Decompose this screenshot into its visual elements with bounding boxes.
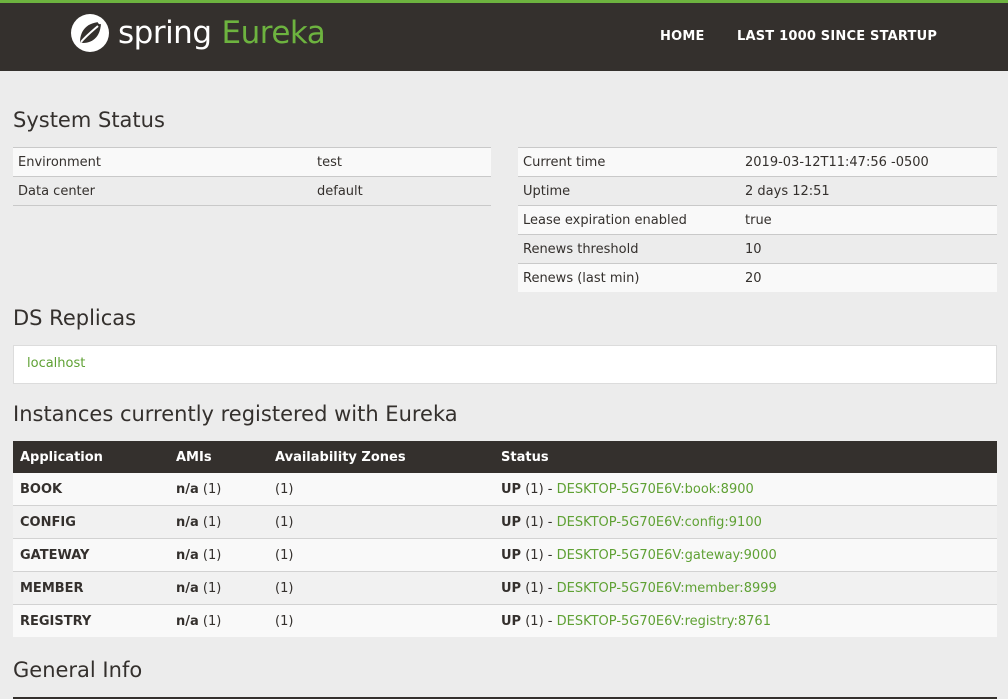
ds-replicas-list: localhost	[13, 345, 997, 384]
status-count: (1) -	[525, 613, 553, 629]
ami-cell: n/a (1)	[169, 604, 268, 637]
ami-value: n/a	[176, 481, 199, 497]
status-up: UP	[501, 514, 522, 530]
status-up: UP	[501, 580, 522, 596]
ami-value: n/a	[176, 613, 199, 629]
ami-count: (1)	[202, 613, 222, 629]
status-row: Renews threshold 10	[518, 234, 997, 264]
column-header-application: Application	[13, 441, 169, 473]
app-name: REGISTRY	[13, 604, 169, 637]
status-label: Environment	[13, 147, 312, 177]
ami-count: (1)	[202, 580, 222, 596]
status-value: 20	[740, 263, 997, 292]
table-row: CONFIG n/a (1) (1) UP (1) - DESKTOP-5G70…	[13, 505, 997, 539]
table-row: BOOK n/a (1) (1) UP (1) - DESKTOP-5G70E6…	[13, 473, 997, 506]
zones-cell: (1)	[268, 473, 494, 506]
ami-cell: n/a (1)	[169, 505, 268, 539]
column-header-amis: AMIs	[169, 441, 268, 473]
status-cell: UP (1) - DESKTOP-5G70E6V:gateway:9000	[494, 538, 997, 572]
status-cell: UP (1) - DESKTOP-5G70E6V:registry:8761	[494, 604, 997, 637]
status-row: Renews (last min) 20	[518, 263, 997, 292]
status-value: test	[312, 147, 491, 177]
status-value: default	[312, 176, 491, 206]
app-name: GATEWAY	[13, 538, 169, 572]
status-row: Data center default	[13, 176, 491, 206]
status-cell: UP (1) - DESKTOP-5G70E6V:config:9100	[494, 505, 997, 539]
status-row: Environment test	[13, 147, 491, 177]
instance-link[interactable]: DESKTOP-5G70E6V:book:8900	[557, 482, 754, 497]
instance-link[interactable]: DESKTOP-5G70E6V:member:8999	[557, 581, 777, 596]
status-label: Renews (last min)	[518, 263, 740, 292]
spring-leaf-icon	[70, 13, 110, 53]
status-label: Data center	[13, 176, 312, 206]
zones-cell: (1)	[268, 538, 494, 572]
status-up: UP	[501, 613, 522, 629]
status-up: UP	[501, 481, 522, 497]
nav-home-link[interactable]: HOME	[660, 29, 705, 44]
app-name: CONFIG	[13, 505, 169, 539]
instances-heading: Instances currently registered with Eure…	[13, 402, 458, 426]
status-up: UP	[501, 547, 522, 563]
app-name: MEMBER	[13, 571, 169, 605]
instances-table: Application AMIs Availability Zones Stat…	[13, 441, 997, 637]
zones-cell: (1)	[268, 505, 494, 539]
ami-count: (1)	[202, 514, 222, 530]
system-status-heading: System Status	[13, 108, 165, 132]
navbar: spring Eureka HOME LAST 1000 SINCE START…	[0, 0, 1008, 71]
status-row: Current time 2019-03-12T11:47:56 -0500	[518, 147, 997, 177]
ami-count: (1)	[202, 481, 222, 497]
status-cell: UP (1) - DESKTOP-5G70E6V:book:8900	[494, 473, 997, 506]
instances-header-row: Application AMIs Availability Zones Stat…	[13, 441, 997, 473]
table-row: MEMBER n/a (1) (1) UP (1) - DESKTOP-5G70…	[13, 571, 997, 605]
status-label: Uptime	[518, 176, 740, 206]
app-name: BOOK	[13, 473, 169, 506]
ami-cell: n/a (1)	[169, 571, 268, 605]
brand-spring-text: spring	[118, 15, 212, 51]
nav-last1000-link[interactable]: LAST 1000 SINCE STARTUP	[737, 29, 937, 44]
status-row: Lease expiration enabled true	[518, 205, 997, 235]
status-value: 2 days 12:51	[740, 176, 997, 206]
status-cell: UP (1) - DESKTOP-5G70E6V:member:8999	[494, 571, 997, 605]
status-count: (1) -	[525, 514, 553, 530]
column-header-availability-zones: Availability Zones	[268, 441, 494, 473]
instance-link[interactable]: DESKTOP-5G70E6V:gateway:9000	[557, 548, 777, 563]
table-row: REGISTRY n/a (1) (1) UP (1) - DESKTOP-5G…	[13, 604, 997, 637]
status-value: 10	[740, 234, 997, 264]
ds-replicas-heading: DS Replicas	[13, 306, 137, 330]
status-label: Current time	[518, 147, 740, 177]
table-row: GATEWAY n/a (1) (1) UP (1) - DESKTOP-5G7…	[13, 538, 997, 572]
zones-cell: (1)	[268, 604, 494, 637]
status-label: Renews threshold	[518, 234, 740, 264]
replica-link-localhost[interactable]: localhost	[27, 356, 85, 371]
ami-value: n/a	[176, 580, 199, 596]
ami-cell: n/a (1)	[169, 538, 268, 572]
column-header-status: Status	[494, 441, 997, 473]
ami-value: n/a	[176, 547, 199, 563]
brand-eureka-text: Eureka	[221, 15, 326, 51]
status-count: (1) -	[525, 481, 553, 497]
system-status-right-table: Current time 2019-03-12T11:47:56 -0500 U…	[518, 147, 997, 292]
instance-link[interactable]: DESKTOP-5G70E6V:registry:8761	[557, 614, 771, 629]
ami-cell: n/a (1)	[169, 473, 268, 506]
brand-logo[interactable]: spring Eureka	[70, 13, 326, 53]
system-status-left-table: Environment test Data center default	[13, 147, 491, 206]
zones-cell: (1)	[268, 571, 494, 605]
ami-count: (1)	[202, 547, 222, 563]
general-info-heading: General Info	[13, 658, 143, 682]
instance-link[interactable]: DESKTOP-5G70E6V:config:9100	[557, 515, 762, 530]
ami-value: n/a	[176, 514, 199, 530]
status-count: (1) -	[525, 580, 553, 596]
status-value: 2019-03-12T11:47:56 -0500	[740, 147, 997, 177]
status-count: (1) -	[525, 547, 553, 563]
status-row: Uptime 2 days 12:51	[518, 176, 997, 206]
status-label: Lease expiration enabled	[518, 205, 740, 235]
status-value: true	[740, 205, 997, 235]
